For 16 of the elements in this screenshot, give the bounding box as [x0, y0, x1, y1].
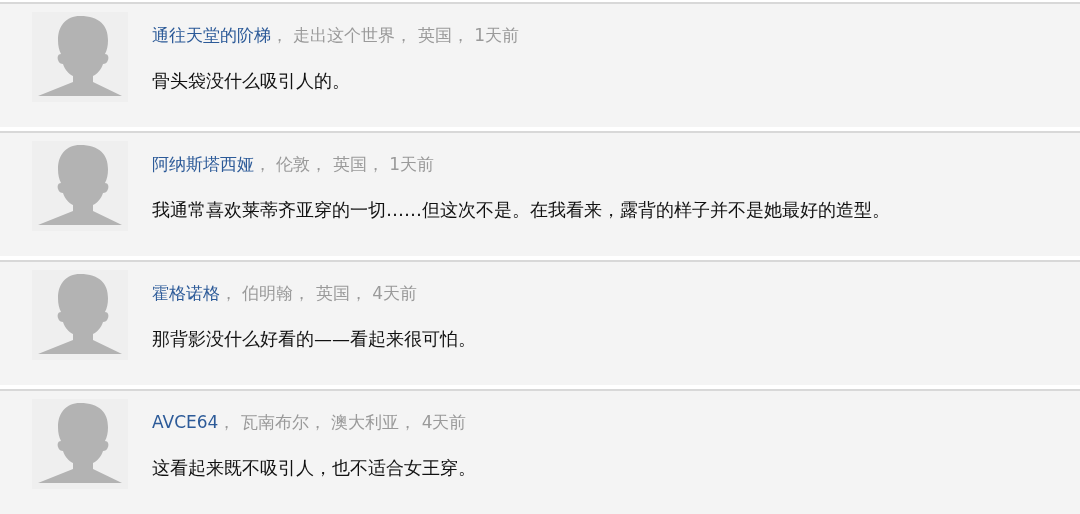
- comment-meta: ， 瓦南布尔， 澳大利亚， 4天前: [218, 411, 467, 434]
- comment-meta: ， 走出这个世界， 英国， 1天前: [271, 24, 520, 47]
- comment-text: 那背影没什么好看的——看起来很可怕。: [152, 327, 476, 351]
- avatar-icon: [32, 12, 128, 102]
- author-link[interactable]: AVCE64: [152, 412, 219, 432]
- author-link[interactable]: 阿纳斯塔西娅: [152, 153, 254, 176]
- avatar-icon: [32, 141, 128, 231]
- comment-text: 我通常喜欢莱蒂齐亚穿的一切……但这次不是。在我看来，露背的样子并不是她最好的造型。: [152, 198, 890, 222]
- comment-meta: ， 伯明翰， 英国， 4天前: [220, 282, 418, 305]
- comment-text: 这看起来既不吸引人，也不适合女王穿。: [152, 456, 476, 480]
- comment-meta: ， 伦敦， 英国， 1天前: [254, 153, 435, 176]
- comment-text: 骨头袋没什么吸引人的。: [152, 69, 351, 93]
- author-link[interactable]: 通往天堂的阶梯: [152, 24, 271, 47]
- avatar-icon: [32, 399, 128, 489]
- avatar-icon: [32, 270, 128, 360]
- author-link[interactable]: 霍格诺格: [152, 282, 220, 305]
